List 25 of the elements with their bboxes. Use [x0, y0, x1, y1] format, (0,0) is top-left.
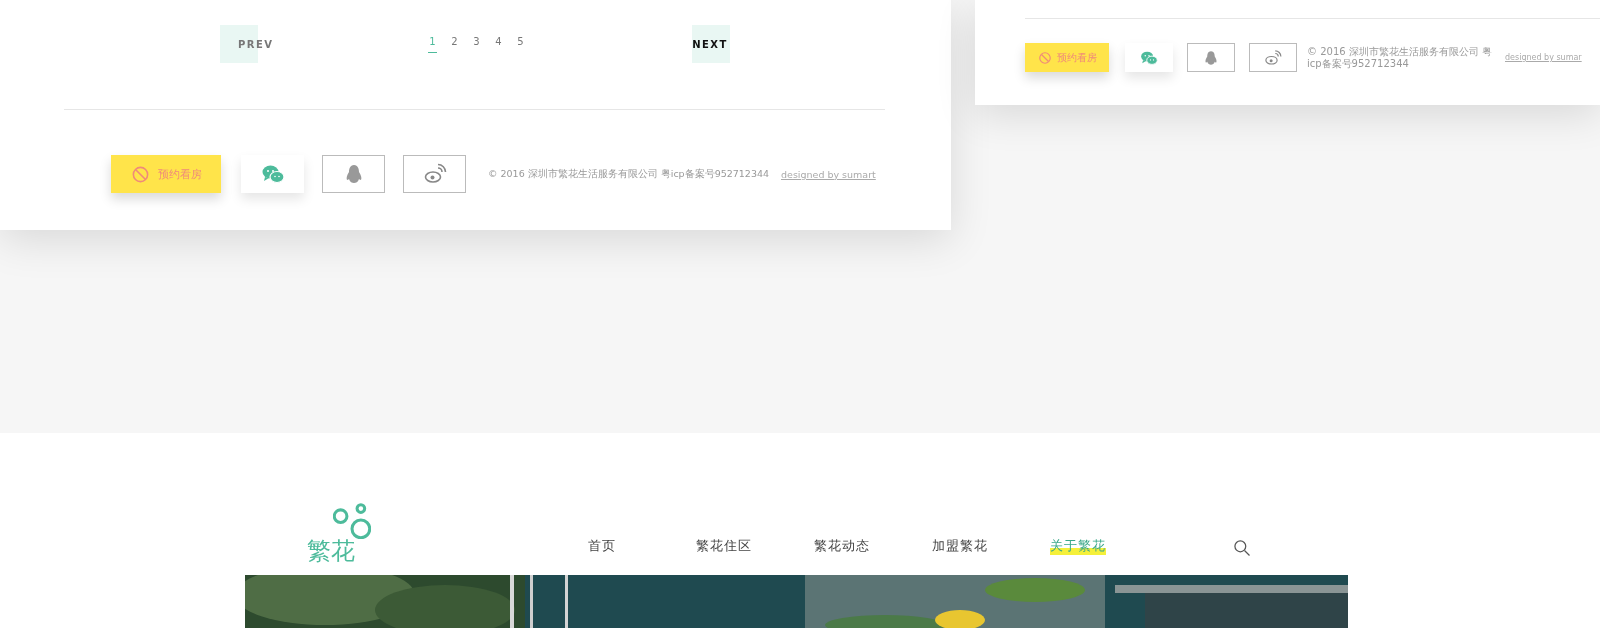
eye-logo-icon [422, 162, 447, 186]
nav-link[interactable]: 繁花动态 [814, 537, 870, 555]
penguin-button[interactable] [322, 155, 385, 193]
copyright-text: © 2016 深圳市繁花生活服务有限公司 粤icp备案号952712344 [1307, 45, 1493, 70]
eye-logo-icon [1264, 48, 1282, 67]
nav-link[interactable]: 首页 [588, 537, 616, 555]
prohibited-icon [130, 164, 150, 184]
logo-text: 繁花 [307, 539, 355, 563]
search-icon [1232, 538, 1252, 558]
wechat-button[interactable] [1125, 43, 1173, 72]
wechat-button[interactable] [241, 155, 304, 193]
credit-link[interactable]: designed by sumar [1505, 53, 1582, 62]
copyright-text: © 2016 深圳市繁花生活服务有限公司 粤icp备案号952712344 [488, 167, 770, 181]
nav-link[interactable]: 繁花住区 [696, 537, 752, 555]
page-link[interactable]: 4 [494, 35, 503, 53]
nav-link[interactable]: 加盟繁花 [932, 537, 988, 555]
page-link[interactable]: 3 [472, 35, 481, 53]
page-link[interactable]: 2 [450, 35, 459, 53]
weibo-button[interactable] [403, 155, 466, 193]
prohibited-icon [1037, 50, 1052, 65]
page-link[interactable]: 1 [428, 35, 437, 53]
credit-link[interactable]: designed by sumart [781, 168, 876, 180]
weibo-button[interactable] [1249, 43, 1297, 72]
page-link[interactable]: 5 [516, 35, 525, 53]
penguin-button[interactable] [1187, 43, 1235, 72]
